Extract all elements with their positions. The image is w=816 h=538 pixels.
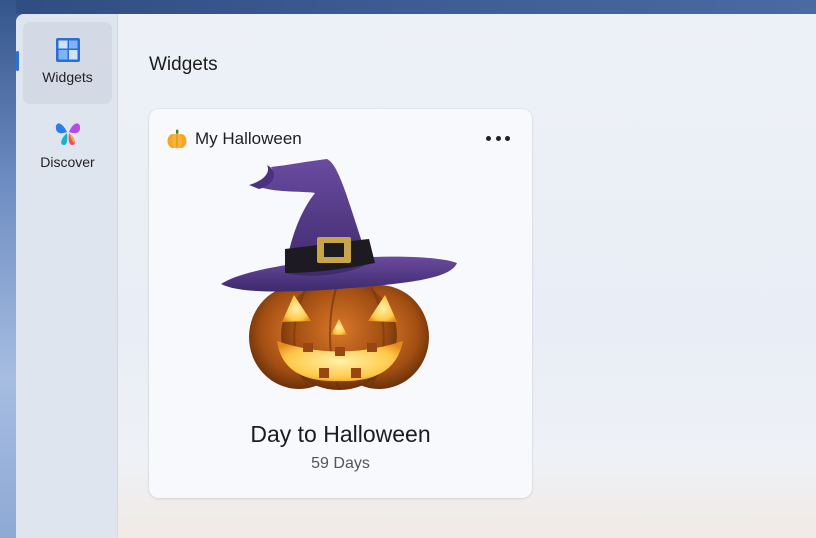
widget-title: My Halloween	[195, 129, 302, 148]
countdown-value: 59 Days	[311, 455, 370, 472]
widgets-icon	[55, 38, 80, 62]
sidebar: Widgets Discover	[16, 14, 118, 538]
more-options-icon	[486, 135, 491, 141]
widget-header: My Halloween	[166, 128, 302, 150]
sidebar-item-label: Discover	[40, 154, 95, 170]
halloween-widget-card[interactable]: My Halloween Day to Halloween 59 Days	[149, 109, 532, 498]
main-content: Widgets My Halloween Day to Halloween 59…	[118, 14, 816, 538]
selection-indicator	[16, 51, 19, 71]
discover-icon	[55, 123, 80, 145]
pumpkin-witch-hat-image	[221, 159, 457, 390]
more-options-button[interactable]	[486, 131, 510, 145]
desktop-wallpaper-left	[0, 0, 16, 538]
sidebar-item-widgets[interactable]: Widgets	[23, 22, 112, 104]
widget-headline: Day to Halloween	[250, 421, 431, 447]
sidebar-item-discover[interactable]: Discover	[23, 106, 112, 188]
more-options-icon	[505, 135, 510, 141]
sidebar-item-label: Widgets	[42, 69, 93, 85]
desktop-wallpaper-top	[0, 0, 816, 14]
page-title: Widgets	[149, 54, 218, 75]
pumpkin-icon	[167, 129, 187, 149]
more-options-icon	[495, 135, 501, 141]
widgets-panel: Widgets Discover Widgets My Halloween Da…	[16, 14, 816, 538]
